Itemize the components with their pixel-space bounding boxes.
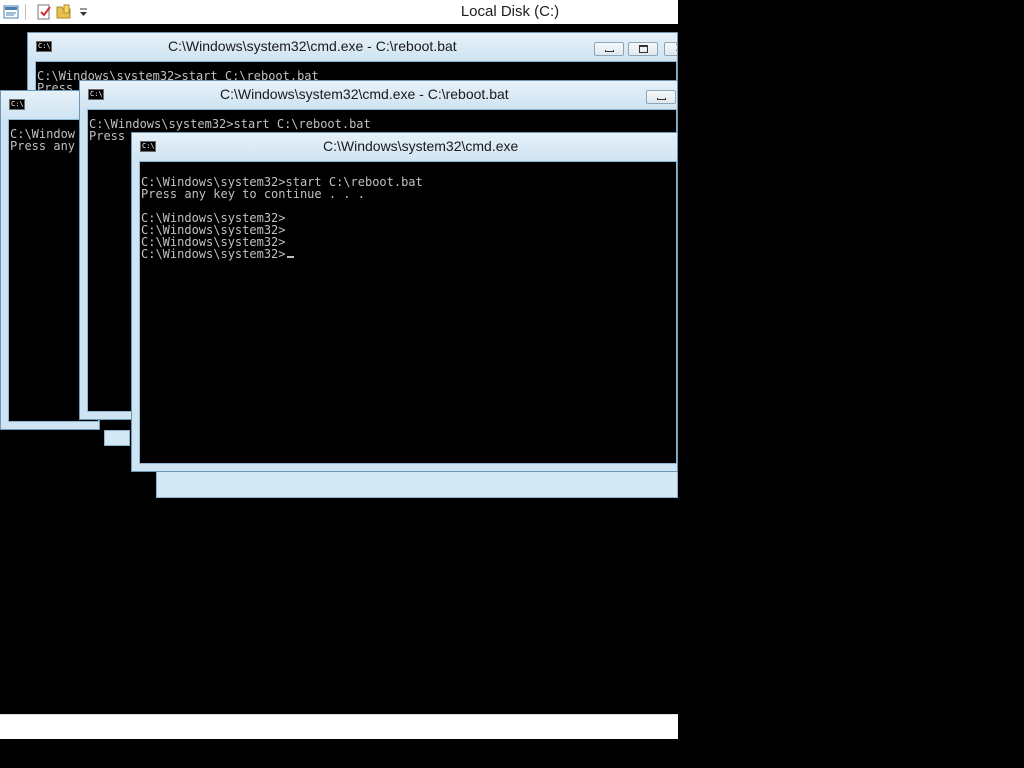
toolbar-separator <box>25 4 26 20</box>
console-output-area[interactable]: C:\Windows\system32>start C:\reboot.bat … <box>139 161 677 464</box>
console-text: C:\Window Press any <box>10 127 76 153</box>
properties-check-icon[interactable] <box>35 3 53 21</box>
console-icon[interactable]: C:\ <box>36 41 52 52</box>
new-folder-icon[interactable] <box>55 3 73 21</box>
console-icon[interactable]: C:\ <box>9 99 25 110</box>
properties-icon[interactable] <box>2 3 20 21</box>
minimize-icon <box>605 50 614 52</box>
cmd-window-title: C:\Windows\system32\cmd.exe - C:\reboot.… <box>168 38 457 54</box>
maximize-button[interactable] <box>628 42 658 56</box>
cmd-titlebar[interactable]: C:\ C:\Windows\system32\cmd.exe - C:\reb… <box>28 33 677 61</box>
maximize-icon <box>639 45 648 53</box>
text-cursor <box>286 256 294 258</box>
cmd-titlebar[interactable]: C:\ C:\Windows\system32\cmd.exe - C:\reb… <box>80 81 677 109</box>
minimize-button[interactable] <box>594 42 624 56</box>
cmd-window-active[interactable]: C:\ C:\Windows\system32\cmd.exe C:\Windo… <box>131 132 678 472</box>
cmd-window-title: C:\Windows\system32\cmd.exe <box>323 138 519 154</box>
close-button[interactable]: ✕ <box>664 41 677 56</box>
explorer-window-title: Local Disk (C:) <box>460 3 560 20</box>
close-icon: ✕ <box>665 41 677 56</box>
desktop-screen: Local Disk (C:) C:\ C:\Windows\system32\… <box>0 0 1024 768</box>
console-icon[interactable]: C:\ <box>140 141 156 152</box>
console-text: C:\Windows\system32>start C:\reboot.bat … <box>141 176 423 260</box>
cmd-titlebar[interactable]: C:\ C:\Windows\system32\cmd.exe <box>132 133 677 161</box>
console-line: Press any key to continue . . . <box>141 187 365 201</box>
hidden-window-frame <box>104 430 130 446</box>
explorer-status-bar <box>0 714 678 739</box>
cmd-window-title: C:\Windows\system32\cmd.exe - C:\reboot.… <box>220 86 509 102</box>
explorer-titlebar[interactable]: Local Disk (C:) <box>0 0 678 25</box>
minimize-icon <box>657 98 666 100</box>
hidden-window-frame <box>156 470 678 498</box>
console-prompt-line: C:\Windows\system32> <box>141 247 286 261</box>
customize-dropdown-icon[interactable] <box>75 3 93 21</box>
minimize-button[interactable] <box>646 90 676 104</box>
console-icon[interactable]: C:\ <box>88 89 104 100</box>
